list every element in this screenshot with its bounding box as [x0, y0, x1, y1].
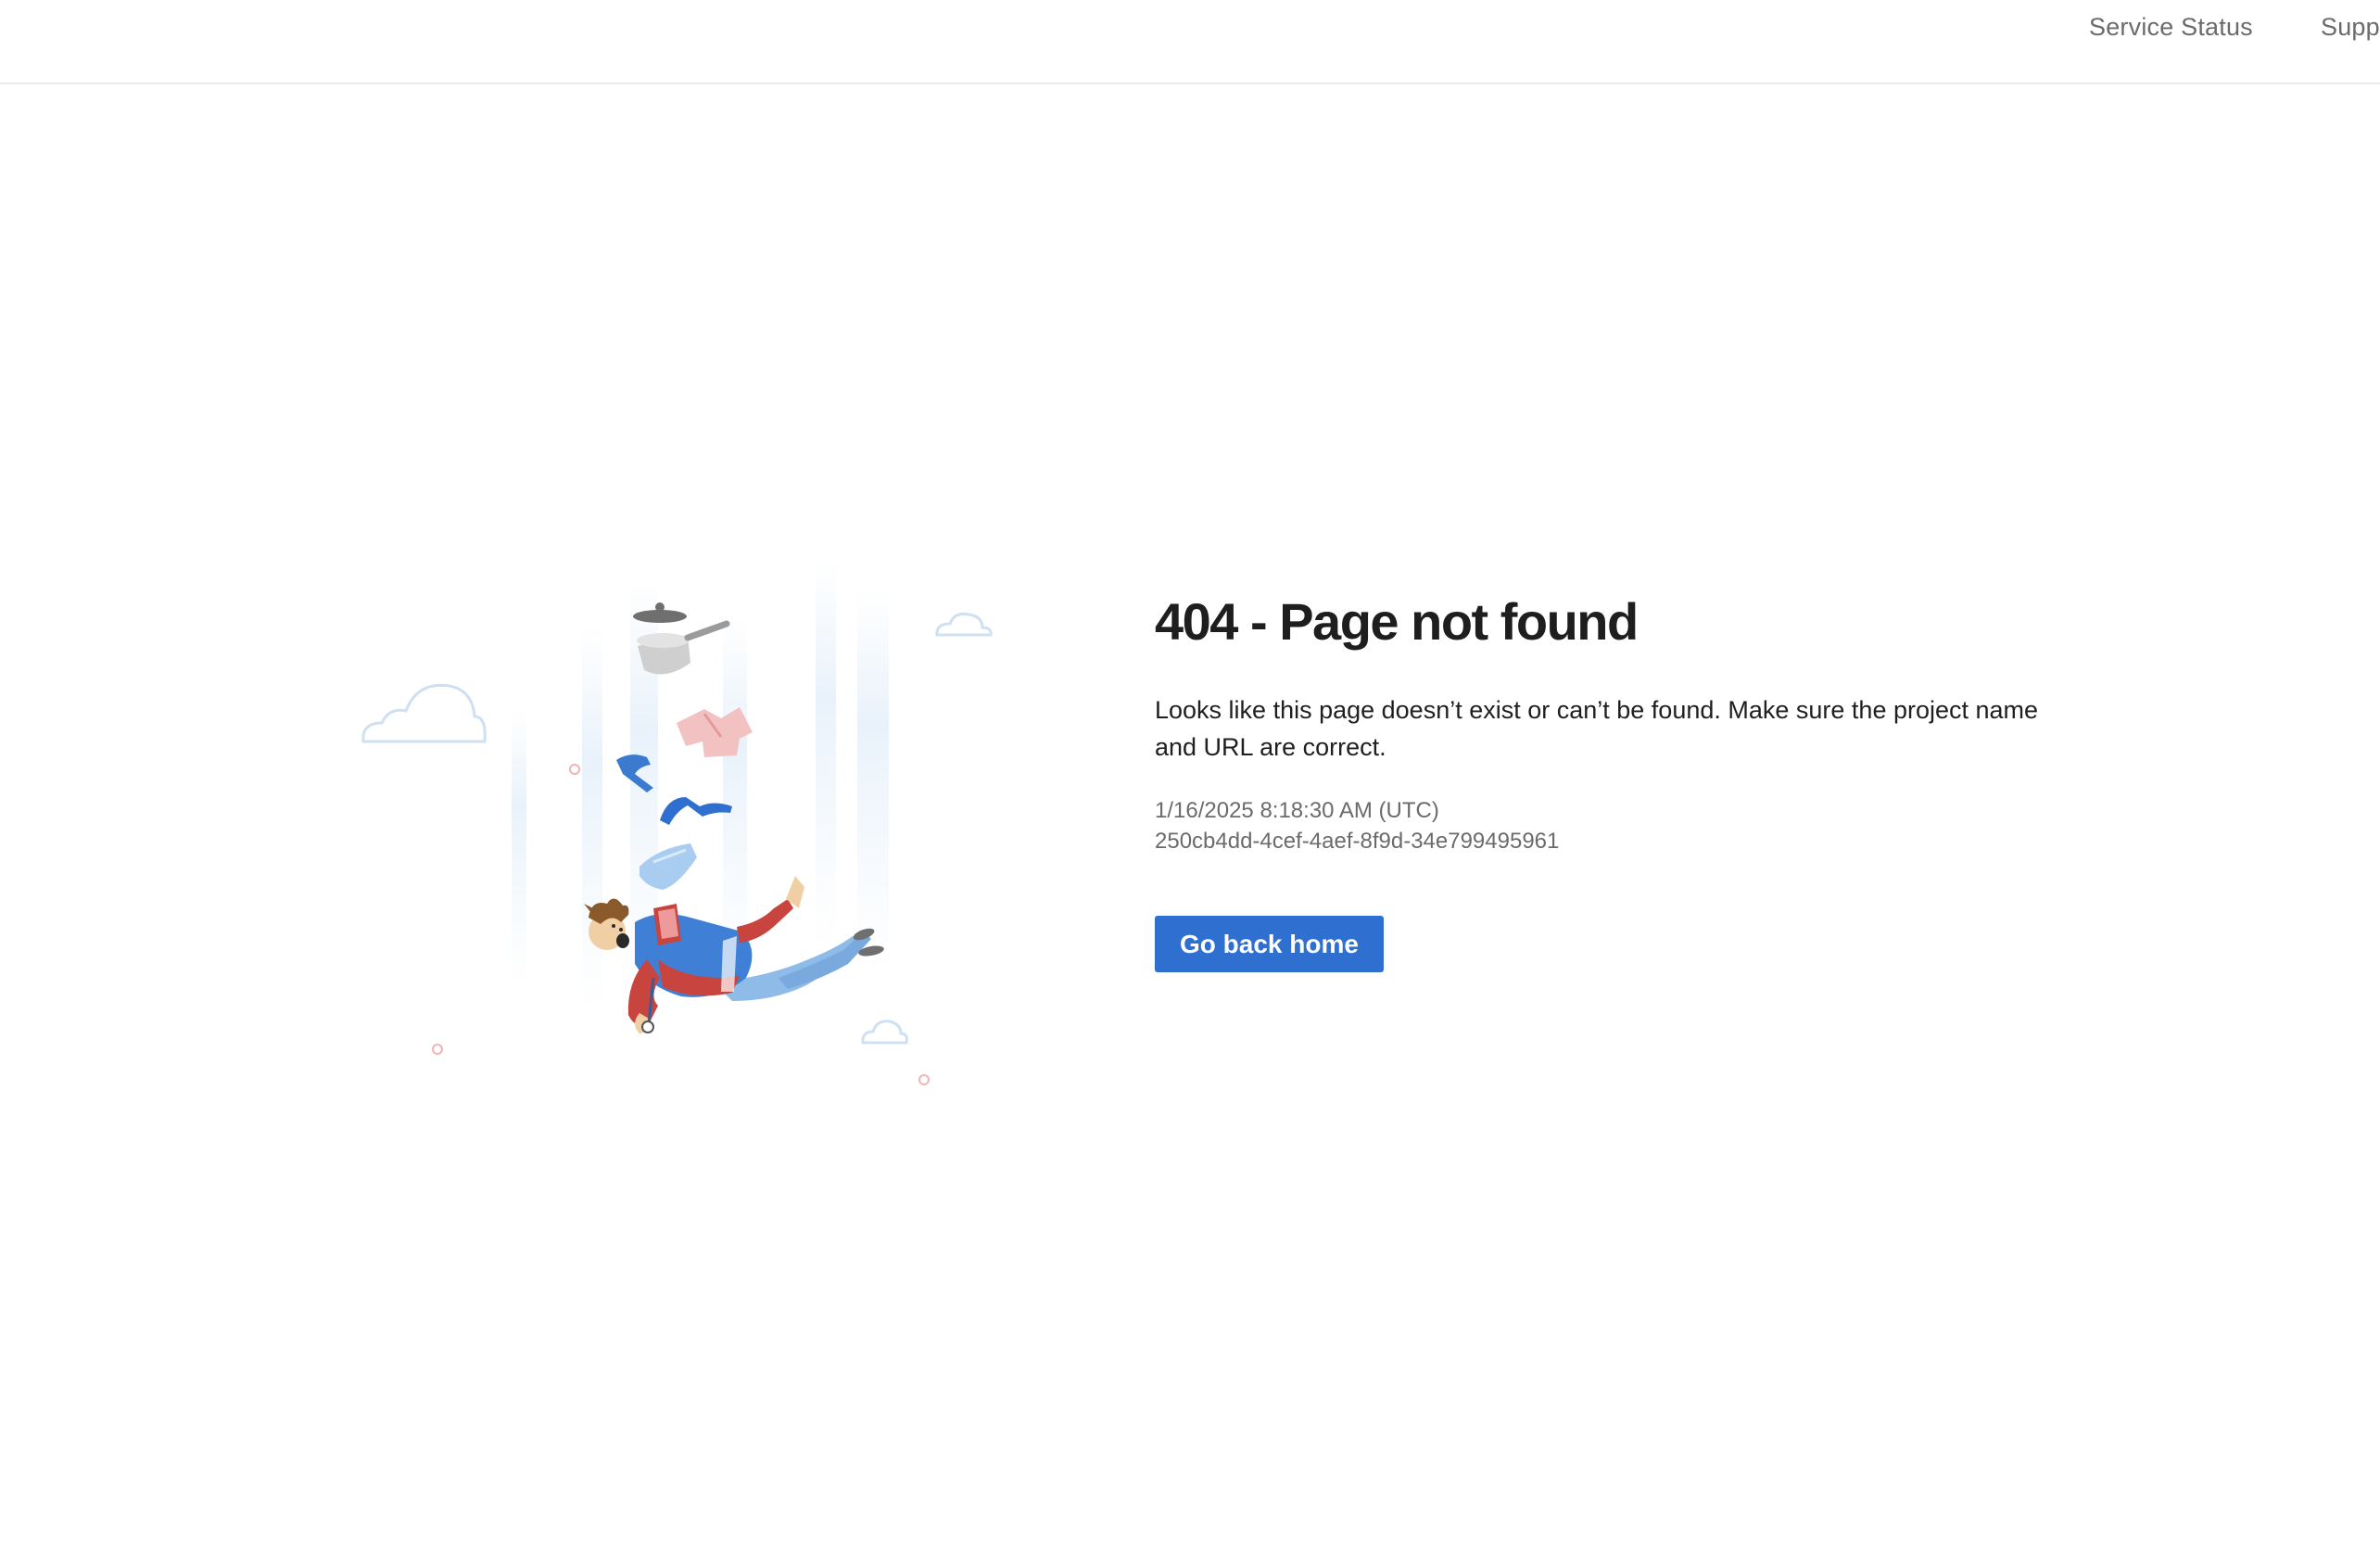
falling-person-illustration — [352, 542, 1019, 1089]
go-back-home-button[interactable]: Go back home — [1155, 915, 1384, 972]
error-metadata: 1/16/2025 8:18:30 AM (UTC) 250cb4dd-4cef… — [1155, 795, 2082, 856]
top-navigation-bar: Service Status Supp — [0, 0, 2380, 84]
error-request-id: 250cb4dd-4cef-4aef-8f9d-34e799495961 — [1155, 828, 1560, 854]
flying-tie-icon — [660, 797, 732, 825]
nav-link-service-status[interactable]: Service Status — [2089, 13, 2253, 42]
error-description: Looks like this page doesn’t exist or ca… — [1155, 695, 2039, 761]
nav-link-support[interactable]: Supp — [2321, 13, 2380, 42]
error-content: 404 - Page not found Looks like this pag… — [1155, 593, 2082, 972]
page-title: 404 - Page not found — [1155, 592, 1639, 651]
error-timestamp: 1/16/2025 8:18:30 AM (UTC) — [1155, 797, 1439, 823]
